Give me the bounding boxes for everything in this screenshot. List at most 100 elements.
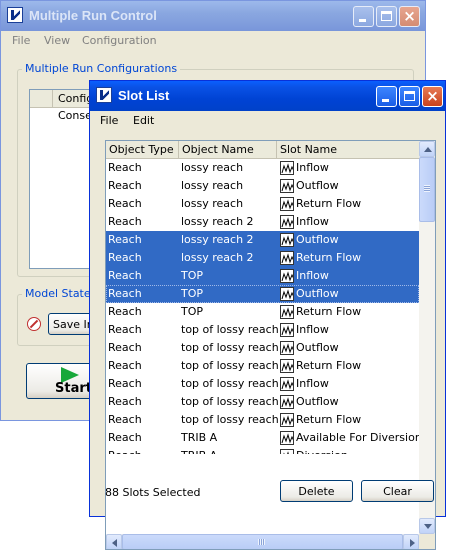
series-slot-icon bbox=[280, 359, 294, 373]
riverware-app-icon bbox=[96, 87, 112, 103]
table-row[interactable]: Reach lossy reach 2 Outflow bbox=[106, 231, 419, 249]
cell-object-name: lossy reach 2 bbox=[181, 233, 254, 246]
minimize-button[interactable] bbox=[353, 6, 374, 27]
table-row[interactable]: Reach top of lossy reach 2 Return Flow bbox=[106, 411, 419, 429]
cell-object-type: Reach bbox=[108, 431, 142, 444]
table-row[interactable]: Reach lossy reach 2 Return Flow bbox=[106, 249, 419, 267]
table-row[interactable]: Reach top of lossy reach Return Flow bbox=[106, 357, 419, 375]
grip-icon bbox=[424, 185, 430, 192]
cell-slot-name: Return Flow bbox=[296, 197, 362, 210]
cell-slot-name: Inflow bbox=[296, 377, 329, 390]
table-row[interactable]: Reach lossy reach Inflow bbox=[106, 159, 419, 177]
menu-edit[interactable]: Edit bbox=[133, 114, 154, 127]
vertical-scrollbar[interactable] bbox=[419, 141, 435, 534]
chevron-down-icon bbox=[424, 524, 432, 529]
cell-object-type: Reach bbox=[108, 359, 142, 372]
series-slot-icon bbox=[280, 323, 294, 337]
scroll-right-button[interactable] bbox=[403, 534, 419, 549]
series-slot-icon bbox=[280, 251, 294, 265]
cell-slot-name: Diversion bbox=[296, 449, 348, 454]
maximize-button[interactable] bbox=[399, 86, 420, 107]
cell-slot-name: Inflow bbox=[296, 269, 329, 282]
clear-button[interactable]: Clear bbox=[361, 480, 434, 502]
column-header-slot-name[interactable]: Slot Name bbox=[277, 141, 419, 158]
series-slot-icon bbox=[280, 179, 294, 193]
table-row[interactable]: Reach TRIB A Diversion bbox=[106, 447, 419, 454]
minimize-button[interactable] bbox=[376, 86, 397, 107]
cell-object-name: top of lossy reach bbox=[181, 341, 279, 354]
scroll-down-button[interactable] bbox=[419, 518, 435, 534]
series-slot-icon bbox=[280, 215, 294, 229]
cell-object-type: Reach bbox=[108, 341, 142, 354]
series-slot-icon bbox=[280, 197, 294, 211]
delete-button[interactable]: Delete bbox=[280, 480, 353, 502]
riverware-app-icon bbox=[7, 7, 23, 23]
cell-object-name: lossy reach bbox=[181, 197, 244, 210]
cell-object-type: Reach bbox=[108, 179, 142, 192]
cell-slot-name: Return Flow bbox=[296, 413, 362, 426]
table-row[interactable]: Reach TOP Outflow bbox=[106, 285, 419, 303]
title-bar[interactable]: Multiple Run Control × bbox=[1, 1, 425, 31]
table-row[interactable]: Reach top of lossy reach Inflow bbox=[106, 321, 419, 339]
horizontal-scrollbar[interactable] bbox=[106, 534, 419, 549]
menu-bar: File View Configuration bbox=[1, 31, 425, 51]
table-rows: Reach lossy reach Inflow Reach lossy reach Ou… bbox=[106, 159, 419, 454]
menu-file[interactable]: File bbox=[100, 114, 118, 127]
horizontal-scroll-thumb[interactable] bbox=[122, 534, 403, 549]
cell-object-name: TOP bbox=[181, 269, 204, 282]
series-slot-icon bbox=[280, 395, 294, 409]
table-header-blank bbox=[30, 90, 53, 107]
menu-file[interactable]: File bbox=[12, 34, 30, 47]
cell-object-name: lossy reach 2 bbox=[181, 215, 254, 228]
series-slot-icon bbox=[280, 161, 294, 175]
table-row[interactable]: Reach TRIB A Available For Diversion bbox=[106, 429, 419, 447]
table-row[interactable]: Reach TOP Return Flow bbox=[106, 303, 419, 321]
scroll-up-button[interactable] bbox=[419, 141, 435, 157]
cell-object-type: Reach bbox=[108, 305, 142, 318]
model-state-group-label: Model State bbox=[22, 287, 94, 300]
cell-object-name: top of lossy reach 2 bbox=[181, 413, 290, 426]
menu-view[interactable]: View bbox=[44, 34, 70, 47]
series-slot-icon bbox=[280, 449, 294, 454]
table-row[interactable]: Reach top of lossy reach 2 Inflow bbox=[106, 375, 419, 393]
column-header-label: Object Name bbox=[182, 143, 254, 156]
series-slot-icon bbox=[280, 305, 294, 319]
start-button[interactable]: Start bbox=[26, 363, 98, 399]
cell-object-name: TRIB A bbox=[181, 431, 218, 444]
cell-slot-name: Outflow bbox=[296, 179, 339, 192]
title-bar[interactable]: Slot List × bbox=[90, 81, 445, 111]
window-title: Multiple Run Control bbox=[29, 8, 157, 23]
close-button[interactable]: × bbox=[422, 86, 443, 107]
cell-object-name: top of lossy reach bbox=[181, 359, 279, 372]
table-row[interactable]: Reach lossy reach 2 Inflow bbox=[106, 213, 419, 231]
cell-object-name: top of lossy reach 2 bbox=[181, 377, 290, 390]
slot-list-window: Slot List × File Edit Object Type Object… bbox=[89, 80, 446, 550]
cell-slot-name: Inflow bbox=[296, 323, 329, 336]
cell-object-name: top of lossy reach 2 bbox=[181, 395, 290, 408]
selection-status: 88 Slots Selected bbox=[105, 486, 201, 499]
cell-object-type: Reach bbox=[108, 323, 142, 336]
delete-button-label: Delete bbox=[298, 485, 335, 498]
menu-configuration[interactable]: Configuration bbox=[82, 34, 157, 47]
cell-object-type: Reach bbox=[108, 197, 142, 210]
cell-object-name: lossy reach bbox=[181, 179, 244, 192]
table-row[interactable]: Reach lossy reach Outflow bbox=[106, 177, 419, 195]
cell-object-type: Reach bbox=[108, 233, 142, 246]
column-header-object-type[interactable]: Object Type bbox=[106, 141, 179, 158]
scroll-left-button[interactable] bbox=[106, 534, 122, 549]
series-slot-icon bbox=[280, 287, 294, 301]
maximize-button[interactable] bbox=[376, 6, 397, 27]
cell-slot-name: Available For Diversion bbox=[296, 431, 419, 444]
table-row[interactable]: Reach TOP Inflow bbox=[106, 267, 419, 285]
table-row[interactable]: Reach top of lossy reach Outflow bbox=[106, 339, 419, 357]
table-row[interactable]: Reach top of lossy reach 2 Outflow bbox=[106, 393, 419, 411]
table-row[interactable]: Reach lossy reach Return Flow bbox=[106, 195, 419, 213]
column-header-object-name[interactable]: Object Name bbox=[179, 141, 277, 158]
cell-object-type: Reach bbox=[108, 215, 142, 228]
cell-object-type: Reach bbox=[108, 269, 142, 282]
close-button[interactable]: × bbox=[399, 6, 420, 27]
cell-slot-name: Return Flow bbox=[296, 251, 362, 264]
configurations-group-label: Multiple Run Configurations bbox=[22, 62, 181, 75]
column-header-label: Object Type bbox=[109, 143, 174, 156]
vertical-scroll-thumb[interactable] bbox=[419, 157, 435, 222]
